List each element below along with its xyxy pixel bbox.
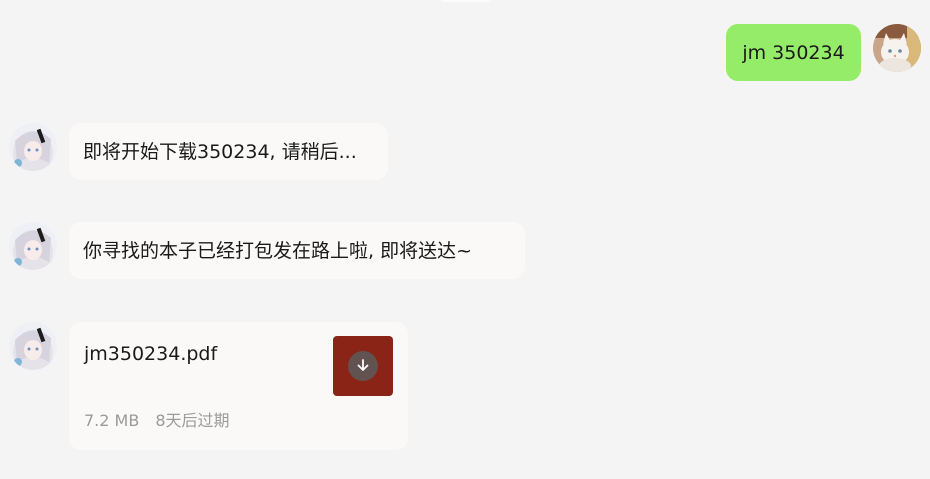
message-text: 你寻找的本子已经打包发在路上啦, 即将送达~ <box>83 239 473 262</box>
incoming-message-bubble[interactable]: 即将开始下载350234, 请稍后... <box>69 123 388 180</box>
download-icon[interactable] <box>348 351 378 381</box>
bot-avatar[interactable] <box>9 123 57 171</box>
file-size: 7.2 MB <box>84 411 140 430</box>
user-avatar[interactable] <box>873 24 921 72</box>
outgoing-message-bubble[interactable]: jm 350234 <box>726 24 861 81</box>
file-name: jm350234.pdf <box>84 343 218 365</box>
message-text: 即将开始下载350234, 请稍后... <box>83 140 357 163</box>
file-message-card[interactable]: jm350234.pdf 7.2 MB 8天后过期 <box>69 322 408 450</box>
file-expiry: 8天后过期 <box>155 411 230 430</box>
previous-message-edge <box>440 0 492 2</box>
bot-avatar[interactable] <box>9 222 57 270</box>
pdf-file-icon[interactable] <box>333 336 393 396</box>
incoming-message-bubble[interactable]: 你寻找的本子已经打包发在路上啦, 即将送达~ <box>69 222 525 279</box>
message-text: jm 350234 <box>742 41 845 64</box>
bot-avatar[interactable] <box>9 322 57 370</box>
file-meta: 7.2 MB 8天后过期 <box>84 411 230 431</box>
